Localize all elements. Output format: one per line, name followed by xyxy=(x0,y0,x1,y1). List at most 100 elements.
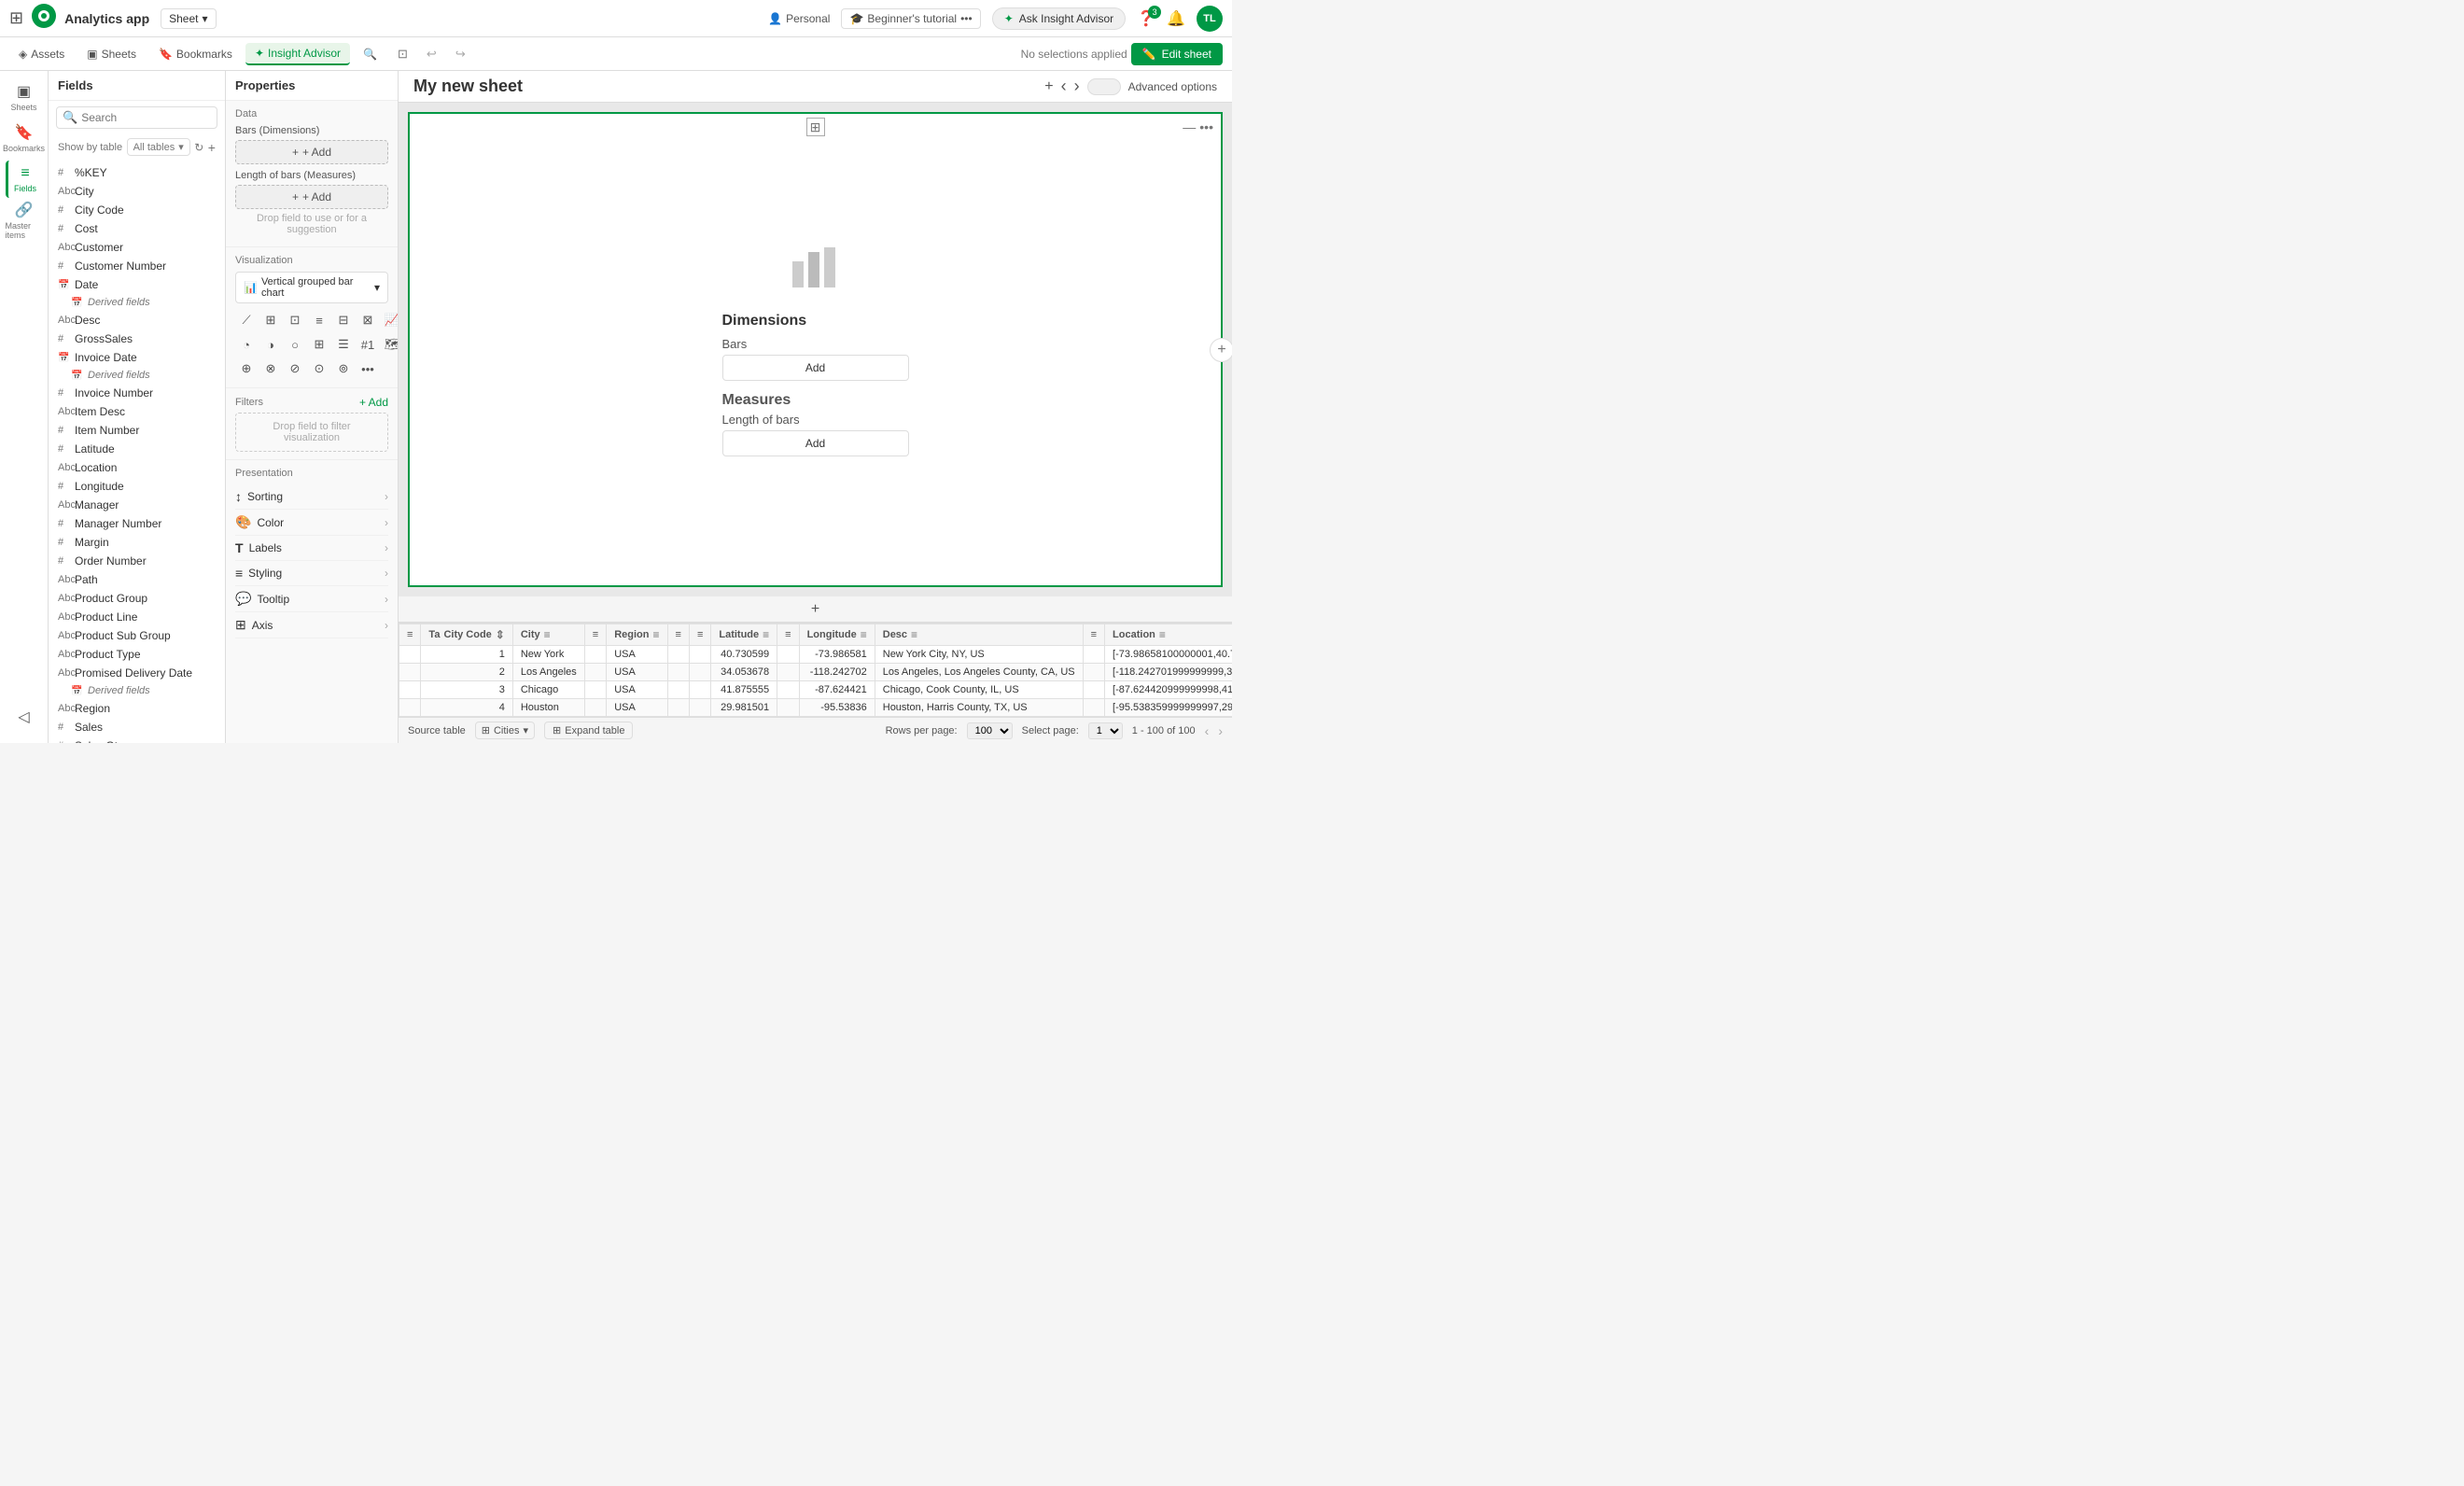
add-bars-chart-button[interactable]: Add xyxy=(722,355,909,381)
undo-icon-btn[interactable]: ↩ xyxy=(419,43,444,65)
sidebar-item-master-items[interactable]: 🔗 Master items xyxy=(6,202,43,239)
assets-tab[interactable]: ◈ Assets xyxy=(9,44,74,64)
sidebar-item-bookmarks[interactable]: 🔖 Bookmarks xyxy=(6,119,43,157)
chart-type-selector[interactable]: 📊 Vertical grouped bar chart ▾ xyxy=(235,272,388,303)
advanced-options-label[interactable]: Advanced options xyxy=(1128,80,1217,93)
color-item[interactable]: 🎨 Color › xyxy=(235,510,388,536)
col-header-region[interactable]: Region ≡ xyxy=(607,624,667,646)
hamburger-icon[interactable]: ⊞ xyxy=(9,8,23,28)
field-item[interactable]: AbcProduct Line xyxy=(49,608,225,626)
col-header-empty4[interactable]: ≡ xyxy=(777,624,799,646)
page-prev-button[interactable]: ‹ xyxy=(1205,723,1210,738)
prev-sheet-button[interactable]: ‹ xyxy=(1061,77,1067,96)
add-right-button[interactable]: + xyxy=(1210,338,1232,362)
field-item[interactable]: AbcItem Desc xyxy=(49,402,225,421)
viz-icon-btn[interactable]: ⊚ xyxy=(332,357,355,380)
field-item[interactable]: AbcLocation xyxy=(49,458,225,477)
tooltip-item[interactable]: 💬 Tooltip › xyxy=(235,586,388,612)
page-next-button[interactable]: › xyxy=(1218,723,1223,738)
field-item[interactable]: #City Code xyxy=(49,201,225,219)
add-filter-button[interactable]: + Add xyxy=(359,396,388,409)
viz-icon-btn[interactable]: ⊙ xyxy=(308,357,330,380)
field-item[interactable]: #Item Number xyxy=(49,421,225,440)
col-header-latitude[interactable]: Latitude ≡ xyxy=(711,624,777,646)
expand-table-button[interactable]: ⊞ Expand table xyxy=(544,722,633,739)
viz-icon-btn[interactable]: ⊗ xyxy=(259,357,282,380)
viz-icon-btn[interactable]: ⊠ xyxy=(357,309,379,331)
page-select[interactable]: 1 xyxy=(1088,722,1123,739)
field-item[interactable]: AbcProduct Group xyxy=(49,589,225,608)
col-header-longitude[interactable]: Longitude ≡ xyxy=(799,624,875,646)
bookmarks-tab[interactable]: 🔖 Bookmarks xyxy=(149,44,242,64)
add-length-chart-button[interactable]: Add xyxy=(722,430,909,456)
field-item[interactable]: #Margin xyxy=(49,533,225,552)
field-item[interactable]: AbcPath xyxy=(49,570,225,589)
sidebar-item-fields[interactable]: ≡ Fields xyxy=(6,161,43,198)
table-scroll-area[interactable]: ≡ Ta City Code ⇕ City ≡ ≡ Region ≡ ≡ ≡ L… xyxy=(399,624,1232,717)
field-item[interactable]: 📅Date xyxy=(49,275,225,294)
field-item[interactable]: AbcCustomer xyxy=(49,238,225,257)
sheet-toggle[interactable] xyxy=(1087,78,1121,95)
field-item[interactable]: #Latitude xyxy=(49,440,225,458)
field-item[interactable]: AbcProduct Sub Group xyxy=(49,626,225,645)
viz-icon-btn[interactable]: ⊕ xyxy=(235,357,258,380)
viz-icon-btn[interactable]: ⊟ xyxy=(332,309,355,331)
col-header-desc[interactable]: Desc ≡ xyxy=(875,624,1083,646)
search-tab[interactable]: 🔍 xyxy=(354,44,386,64)
labels-item[interactable]: T Labels › xyxy=(235,536,388,561)
more-chart-icon[interactable]: ••• xyxy=(1199,119,1213,134)
drag-handle[interactable]: ⊞ xyxy=(806,118,825,136)
field-item[interactable]: AbcManager xyxy=(49,496,225,514)
field-item[interactable]: #Customer Number xyxy=(49,257,225,275)
col-header-city-code[interactable]: Ta City Code ⇕ xyxy=(421,624,512,646)
col-header-menu[interactable]: ≡ xyxy=(399,624,421,646)
field-item-derived[interactable]: 📅Derived fields xyxy=(49,682,225,699)
tutorial-button[interactable]: 🎓 Beginner's tutorial ••• xyxy=(841,8,980,29)
snap-icon-btn[interactable]: ⊡ xyxy=(390,43,415,65)
col-header-empty2[interactable]: ≡ xyxy=(667,624,689,646)
help-icon[interactable]: ❓3 xyxy=(1137,9,1155,28)
collapse-sidebar-icon[interactable]: ◁ xyxy=(6,698,43,736)
field-item[interactable]: #Longitude xyxy=(49,477,225,496)
refresh-icon[interactable]: ↻ xyxy=(194,141,203,154)
field-item[interactable]: AbcRegion xyxy=(49,699,225,718)
viz-icon-btn[interactable]: ○ xyxy=(284,333,306,356)
viz-icon-btn[interactable]: ⊞ xyxy=(308,333,330,356)
add-length-button[interactable]: + + Add xyxy=(235,185,388,209)
rows-per-page-select[interactable]: 100 50 25 xyxy=(967,722,1013,739)
field-item[interactable]: 📅Invoice Date xyxy=(49,348,225,367)
viz-icon-btn[interactable]: ⊡ xyxy=(284,309,306,331)
field-item[interactable]: #GrossSales xyxy=(49,329,225,348)
viz-icon-btn[interactable]: ⊘ xyxy=(284,357,306,380)
field-item[interactable]: AbcPromised Delivery Date xyxy=(49,664,225,682)
field-item[interactable]: #Manager Number xyxy=(49,514,225,533)
notification-icon[interactable]: 🔔 xyxy=(1167,9,1185,28)
axis-item[interactable]: ⊞ Axis › xyxy=(235,612,388,638)
col-header-city[interactable]: City ≡ xyxy=(512,624,584,646)
field-item[interactable]: #Order Number xyxy=(49,552,225,570)
col-header-empty5[interactable]: ≡ xyxy=(1083,624,1104,646)
field-item-derived[interactable]: 📅Derived fields xyxy=(49,367,225,384)
ask-advisor-button[interactable]: ✦ Ask Insight Advisor xyxy=(992,7,1126,30)
viz-icon-btn[interactable]: ◑ xyxy=(259,333,282,356)
viz-icon-btn[interactable]: 📈 xyxy=(381,309,399,331)
field-item[interactable]: AbcCity xyxy=(49,182,225,201)
table-source-selector[interactable]: ⊞ Cities ▾ xyxy=(475,722,535,739)
minimize-chart-icon[interactable]: — xyxy=(1183,119,1196,134)
next-sheet-button[interactable]: › xyxy=(1074,77,1080,96)
field-item[interactable]: #%KEY xyxy=(49,163,225,182)
sheets-tab[interactable]: ▣ Sheets xyxy=(77,44,146,64)
add-sheet-button[interactable]: + xyxy=(1044,78,1053,95)
col-header-location[interactable]: Location ≡ xyxy=(1105,624,1232,646)
field-item[interactable]: #Cost xyxy=(49,219,225,238)
redo-icon-btn[interactable]: ↪ xyxy=(448,43,473,65)
viz-icon-btn[interactable]: 🗺 xyxy=(381,333,399,356)
sheet-dropdown[interactable]: Sheet ▾ xyxy=(161,8,216,29)
sorting-item[interactable]: ↕ Sorting › xyxy=(235,484,388,510)
field-item[interactable]: AbcDesc xyxy=(49,311,225,329)
viz-icon-btn[interactable]: ••• xyxy=(357,357,379,380)
viz-icon-btn[interactable]: ⊞ xyxy=(259,309,282,331)
field-item-derived[interactable]: 📅Derived fields xyxy=(49,294,225,311)
table-select-dropdown[interactable]: All tables ▾ xyxy=(127,138,190,156)
fields-search-box[interactable]: 🔍 xyxy=(56,106,217,129)
